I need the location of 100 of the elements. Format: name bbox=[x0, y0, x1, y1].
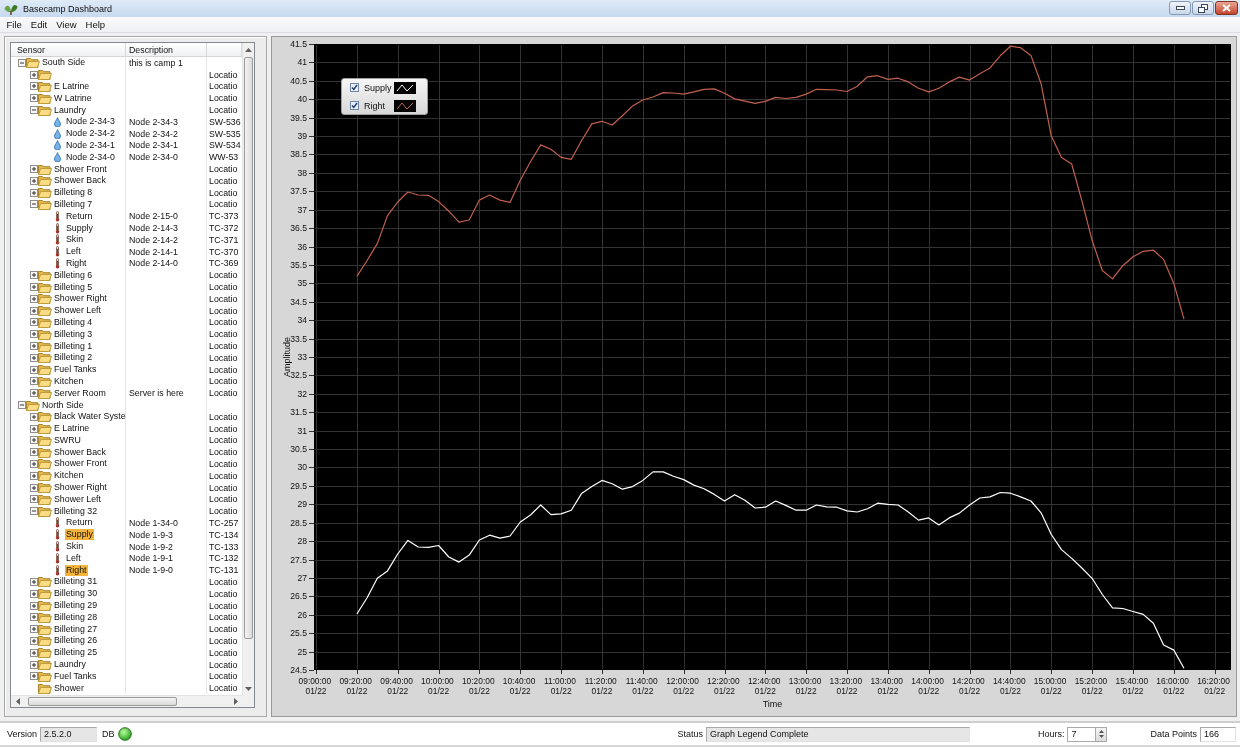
tree-item[interactable]: Right bbox=[65, 257, 88, 269]
tree-item[interactable]: Billeting 28 bbox=[53, 611, 99, 623]
expander-icon[interactable] bbox=[30, 377, 38, 386]
tree-item[interactable]: Node 2-34-2 bbox=[65, 128, 116, 140]
expander-icon[interactable] bbox=[30, 448, 38, 457]
tree-item[interactable]: Left bbox=[65, 246, 82, 258]
column-header[interactable]: Sensor bbox=[17, 44, 45, 55]
expander-icon[interactable] bbox=[30, 106, 38, 115]
tree-item[interactable]: Billeting 30 bbox=[53, 588, 99, 600]
expander-icon[interactable] bbox=[18, 58, 26, 67]
expander-icon[interactable] bbox=[30, 165, 38, 174]
tree-item[interactable]: Billeting 6 bbox=[53, 269, 94, 281]
tree-item[interactable]: Kitchen bbox=[53, 470, 85, 482]
expander-icon[interactable] bbox=[30, 283, 38, 292]
tree-item[interactable]: Return bbox=[65, 517, 94, 529]
tree-item[interactable]: E Latrine bbox=[53, 423, 91, 435]
expander-icon[interactable] bbox=[30, 495, 38, 504]
column-header[interactable]: Description bbox=[129, 44, 173, 55]
tree-item[interactable]: Supply bbox=[65, 529, 94, 541]
expander-icon[interactable] bbox=[30, 365, 38, 374]
menu-item[interactable]: Edit bbox=[26, 19, 52, 30]
menu-item[interactable]: File bbox=[2, 19, 27, 30]
tree-item[interactable]: SWRU bbox=[53, 434, 82, 446]
tree-item[interactable]: Shower Back bbox=[53, 446, 107, 458]
tree-item[interactable]: Black Water Syste bbox=[53, 411, 127, 423]
expander-icon[interactable] bbox=[30, 200, 38, 209]
tree-item[interactable]: Billeting 29 bbox=[53, 600, 99, 612]
tree-item[interactable]: Fuel Tanks bbox=[53, 670, 98, 682]
tree-item[interactable]: Billeting 32 bbox=[53, 505, 99, 517]
tree-item[interactable]: W Latrine bbox=[53, 92, 93, 104]
restore-button[interactable] bbox=[1192, 1, 1214, 15]
tree-item[interactable]: Billeting 2 bbox=[53, 352, 94, 364]
tree-item[interactable]: Shower Right bbox=[53, 482, 108, 494]
expander-icon[interactable] bbox=[30, 672, 38, 681]
hours-field[interactable]: 7 bbox=[1067, 726, 1097, 742]
tree-item[interactable]: Shower Front bbox=[53, 458, 108, 470]
menu-item[interactable]: View bbox=[51, 19, 82, 30]
expander-icon[interactable] bbox=[30, 589, 38, 598]
expander-icon[interactable] bbox=[18, 401, 26, 409]
tree-item[interactable]: Billeting 25 bbox=[53, 647, 99, 659]
tree-item[interactable]: E Latrine bbox=[53, 81, 91, 92]
expander-icon[interactable] bbox=[30, 424, 38, 433]
tree-item[interactable]: Shower Left bbox=[53, 305, 102, 317]
expander-icon[interactable] bbox=[30, 294, 38, 303]
tree-item[interactable]: Shower Left bbox=[53, 493, 102, 505]
expander-icon[interactable] bbox=[30, 613, 38, 622]
expander-icon[interactable] bbox=[30, 342, 38, 350]
tree-item[interactable]: Billeting 5 bbox=[53, 281, 94, 293]
expander-icon[interactable] bbox=[30, 636, 38, 645]
expander-icon[interactable] bbox=[30, 507, 38, 516]
tree-item[interactable]: Shower Front bbox=[53, 163, 108, 175]
expander-icon[interactable] bbox=[30, 318, 38, 327]
tree-item[interactable]: Billeting 8 bbox=[53, 187, 94, 199]
expander-icon[interactable] bbox=[30, 271, 38, 280]
tree-item[interactable]: Skin bbox=[65, 541, 85, 553]
scrollbar-thumb[interactable] bbox=[244, 57, 253, 639]
spinner[interactable] bbox=[1096, 726, 1108, 742]
tree-item[interactable]: Fuel Tanks bbox=[53, 364, 98, 376]
menu-item[interactable]: Help bbox=[81, 19, 110, 30]
minimize-button[interactable] bbox=[1169, 1, 1191, 15]
tree-item[interactable]: Shower Back bbox=[53, 175, 107, 187]
expander-icon[interactable] bbox=[30, 82, 38, 91]
tree-item[interactable]: Billeting 4 bbox=[53, 316, 94, 328]
expander-icon[interactable] bbox=[30, 436, 38, 445]
expander-icon[interactable] bbox=[30, 471, 38, 480]
tree-item[interactable]: Right bbox=[65, 564, 88, 576]
close-button[interactable] bbox=[1215, 1, 1238, 15]
expander-icon[interactable] bbox=[30, 460, 38, 468]
expander-icon[interactable] bbox=[30, 648, 38, 657]
expander-icon[interactable] bbox=[30, 577, 38, 586]
tree-item[interactable]: Laundry bbox=[53, 659, 87, 671]
legend-checkbox[interactable] bbox=[350, 83, 359, 92]
tree-item[interactable]: South Side bbox=[41, 57, 87, 69]
vertical-scrollbar[interactable] bbox=[242, 43, 254, 695]
tree-item[interactable]: Shower Right bbox=[53, 293, 108, 305]
expander-icon[interactable] bbox=[30, 94, 38, 103]
tree-item[interactable]: Node 2-34-3 bbox=[65, 116, 116, 128]
legend-checkbox[interactable] bbox=[350, 101, 359, 110]
tree-item[interactable]: Node 2-34-0 bbox=[65, 151, 116, 163]
expander-icon[interactable] bbox=[30, 412, 38, 421]
tree-item[interactable]: North Side bbox=[41, 399, 85, 411]
expander-icon[interactable] bbox=[30, 188, 38, 197]
expander-icon[interactable] bbox=[30, 353, 38, 362]
expander-icon[interactable] bbox=[30, 70, 38, 79]
tree-item[interactable]: Return bbox=[65, 210, 94, 222]
tree-item[interactable]: Left bbox=[65, 552, 82, 564]
tree-item[interactable]: Billeting 27 bbox=[53, 623, 99, 635]
expander-icon[interactable] bbox=[30, 330, 38, 339]
tree-item[interactable]: Server Room bbox=[53, 387, 107, 399]
tree-item[interactable]: Billeting 31 bbox=[53, 576, 99, 588]
expander-icon[interactable] bbox=[30, 306, 38, 315]
expander-icon[interactable] bbox=[30, 625, 38, 634]
expander-icon[interactable] bbox=[30, 660, 38, 669]
expander-icon[interactable] bbox=[30, 601, 38, 610]
tree-item[interactable]: Billeting 3 bbox=[53, 328, 94, 340]
scrollbar-thumb[interactable] bbox=[28, 697, 177, 706]
tree-item[interactable]: Shower bbox=[53, 682, 85, 694]
tree-item[interactable]: Billeting 26 bbox=[53, 635, 99, 647]
tree-item[interactable]: Node 2-34-1 bbox=[65, 139, 116, 151]
tree-item[interactable]: Skin bbox=[65, 234, 85, 246]
